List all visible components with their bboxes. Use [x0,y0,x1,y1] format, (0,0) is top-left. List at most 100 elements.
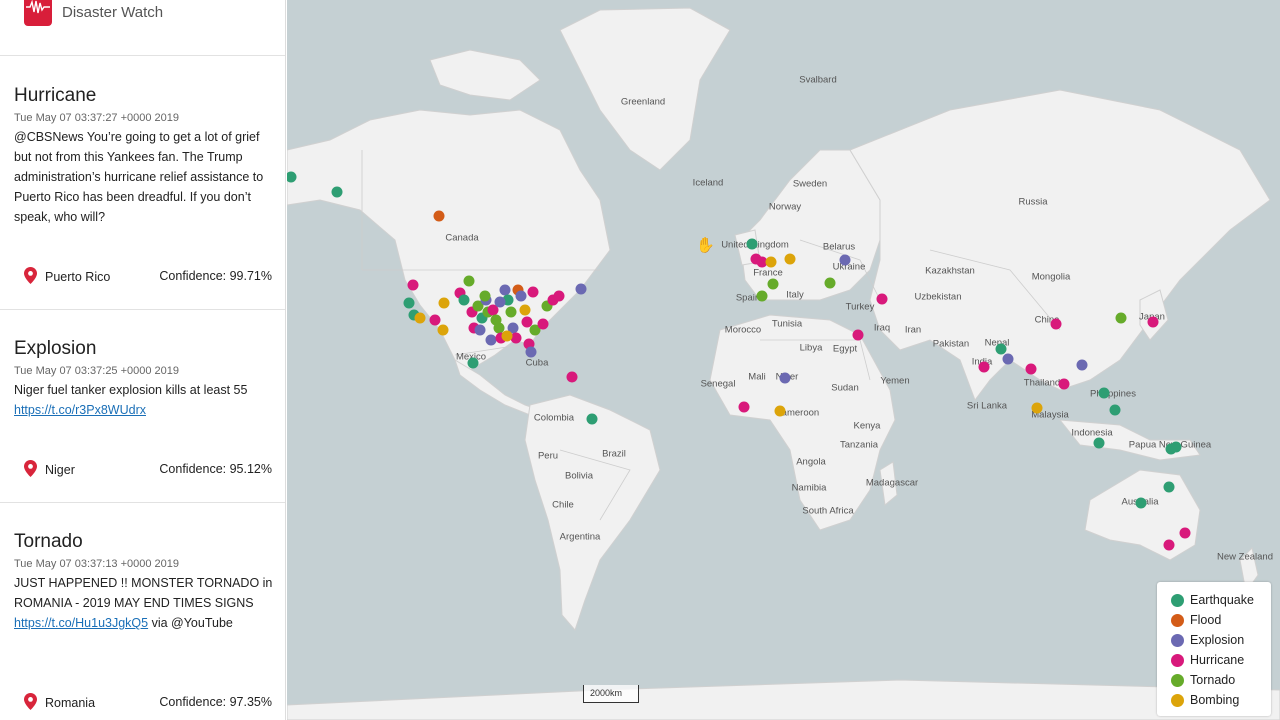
event-card[interactable]: Explosion Tue May 07 03:37:25 +0000 2019… [0,310,285,503]
event-marker-earthquake[interactable] [995,343,1007,355]
event-marker-explosion[interactable] [575,283,587,295]
event-marker-earthquake[interactable] [1109,404,1121,416]
map-label-belarus: Belarus [822,241,856,253]
map-label-kazakhstan: Kazakhstan [925,265,975,277]
legend-item: Bombing [1171,690,1271,710]
event-marker-hurricane[interactable] [407,279,419,291]
event-marker-hurricane[interactable] [978,361,990,373]
event-marker-earthquake[interactable] [1163,481,1175,493]
map-label-sudan: Sudan [831,382,859,394]
event-marker-tornado[interactable] [767,278,779,290]
event-marker-bombing[interactable] [784,253,796,265]
event-marker-bombing[interactable] [1031,402,1043,414]
event-marker-bombing[interactable] [414,312,426,324]
map-label-tanzania: Tanzania [839,439,879,451]
event-marker-bombing[interactable] [774,405,786,417]
event-marker-hurricane[interactable] [429,314,441,326]
event-location: Romania [24,693,95,710]
event-marker-tornado[interactable] [1115,312,1127,324]
event-marker-explosion[interactable] [779,372,791,384]
event-marker-bombing[interactable] [437,324,449,336]
event-card[interactable]: Hurricane Tue May 07 03:37:27 +0000 2019… [0,57,285,310]
event-marker-explosion[interactable] [474,324,486,336]
event-timestamp: Tue May 07 03:37:27 +0000 2019 [14,112,180,124]
location-pin-icon [24,460,37,477]
map-label-norway: Norway [768,201,802,213]
event-marker-explosion[interactable] [515,290,527,302]
map-label-tunisia: Tunisia [771,318,803,330]
map-label-russia: Russia [1018,196,1048,208]
map-label-turkey: Turkey [845,301,875,313]
event-text-suffix: via @YouTube [148,616,233,630]
event-marker-earthquake[interactable] [1093,437,1105,449]
event-marker-earthquake[interactable] [403,297,415,309]
event-location: Niger [24,460,75,477]
map-label-colombia: Colombia [533,412,575,424]
event-marker-hurricane[interactable] [527,286,539,298]
event-text: Niger fuel tanker explosion kills at lea… [14,380,274,420]
event-marker-explosion[interactable] [494,296,506,308]
event-marker-bombing[interactable] [438,297,450,309]
event-marker-earthquake[interactable] [1098,387,1110,399]
event-marker-hurricane[interactable] [738,401,750,413]
event-marker-bombing[interactable] [519,304,531,316]
event-marker-hurricane[interactable] [553,290,565,302]
event-link[interactable]: https://t.co/Hu1u3JgkQ5 [14,616,148,630]
map-label-greenland: Greenland [620,96,666,108]
map-label-libya: Libya [799,342,823,354]
event-marker-explosion[interactable] [1002,353,1014,365]
event-marker-earthquake[interactable] [458,294,470,306]
event-marker-bombing[interactable] [765,256,777,268]
event-timestamp: Tue May 07 03:37:13 +0000 2019 [14,558,180,570]
event-marker-bombing[interactable] [501,330,513,342]
event-confidence: Confidence: 95.12% [159,462,272,476]
event-location-label: Romania [45,696,96,710]
event-marker-earthquake[interactable] [746,238,758,250]
event-link[interactable]: https://t.co/r3Px8WUdrx [14,403,146,417]
map-label-senegal: Senegal [700,378,736,390]
event-marker-hurricane[interactable] [1025,363,1037,375]
world-map[interactable]: Greenland Svalbard Iceland Sweden Norway Russ… [287,0,1280,720]
app-header: Disaster Watch [0,0,285,56]
event-marker-explosion[interactable] [525,346,537,358]
map-label-chile: Chile [552,499,574,511]
event-marker-earthquake[interactable] [586,413,598,425]
event-marker-hurricane[interactable] [1147,316,1159,328]
event-marker-hurricane[interactable] [1163,539,1175,551]
event-marker-hurricane[interactable] [1179,527,1191,539]
event-text: @CBSNews You’re going to get a lot of gr… [14,130,264,224]
map-scale-bar: 2000km [583,685,639,703]
event-marker-explosion[interactable] [1076,359,1088,371]
event-marker-hurricane[interactable] [566,371,578,383]
event-marker-tornado[interactable] [479,290,491,302]
legend-swatch [1171,653,1184,667]
event-marker-earthquake[interactable] [1135,497,1147,509]
event-marker-hurricane[interactable] [1050,318,1062,330]
map-label-bolivia: Bolivia [565,470,593,482]
event-card[interactable]: Tornado Tue May 07 03:37:13 +0000 2019 J… [0,503,285,720]
event-marker-flood[interactable] [433,210,445,222]
map-label-brazil: Brazil [602,448,626,460]
event-marker-tornado[interactable] [505,306,517,318]
legend-swatch [1171,673,1184,687]
event-confidence: Confidence: 97.35% [159,695,272,709]
event-marker-earthquake[interactable] [331,186,343,198]
map-label-sweden: Sweden [792,178,828,190]
app-logo-icon[interactable] [24,0,52,26]
event-timestamp: Tue May 07 03:37:25 +0000 2019 [14,365,180,377]
map-label-madagascar: Madagascar [865,477,919,489]
event-confidence: Confidence: 99.71% [159,269,272,283]
legend-label: Tornado [1190,673,1236,687]
event-marker-explosion[interactable] [839,254,851,266]
event-marker-tornado[interactable] [824,277,836,289]
map-label-cuba: Cuba [525,357,549,369]
event-marker-tornado[interactable] [756,290,768,302]
event-marker-hurricane[interactable] [852,329,864,341]
event-marker-earthquake[interactable] [1170,441,1182,453]
event-marker-hurricane[interactable] [1058,378,1070,390]
event-marker-earthquake[interactable] [467,357,479,369]
event-marker-hurricane[interactable] [876,293,888,305]
map-label-south-africa: South Africa [802,505,854,517]
event-marker-hurricane[interactable] [537,318,549,330]
event-marker-tornado[interactable] [463,275,475,287]
